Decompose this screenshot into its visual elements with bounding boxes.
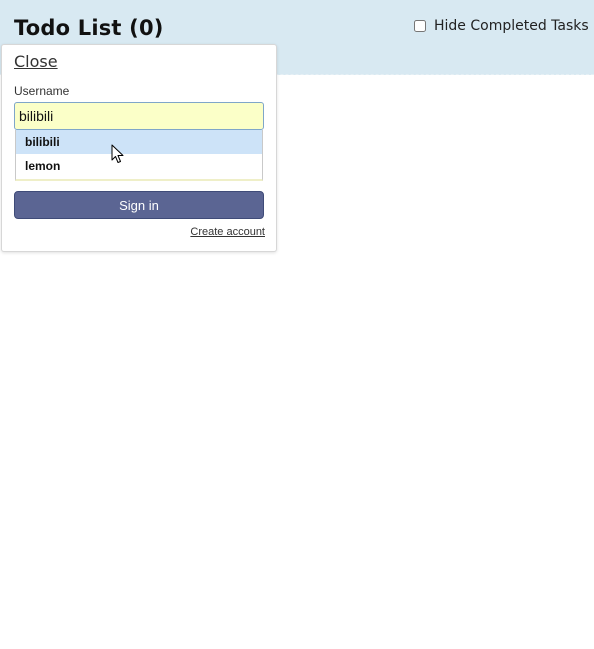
signin-dropdown-panel: Close Username bilibili lemon Sign in Cr… — [1, 44, 277, 252]
hide-completed-checkbox[interactable] — [414, 20, 426, 32]
username-input[interactable] — [14, 102, 264, 130]
hide-completed-toggle[interactable]: Hide Completed Tasks — [414, 18, 589, 34]
username-autocomplete-list: bilibili lemon — [15, 130, 263, 181]
page-title: Todo List (0) — [14, 16, 164, 40]
close-link[interactable]: Close — [14, 52, 58, 71]
hide-completed-label: Hide Completed Tasks — [434, 18, 589, 34]
mouse-pointer-icon — [111, 144, 124, 163]
username-label: Username — [14, 84, 70, 98]
autocomplete-item-lemon[interactable]: lemon — [16, 154, 262, 178]
sign-in-button[interactable]: Sign in — [14, 191, 264, 219]
create-account-link[interactable]: Create account — [190, 226, 265, 238]
autocomplete-item-bilibili[interactable]: bilibili — [16, 130, 262, 154]
